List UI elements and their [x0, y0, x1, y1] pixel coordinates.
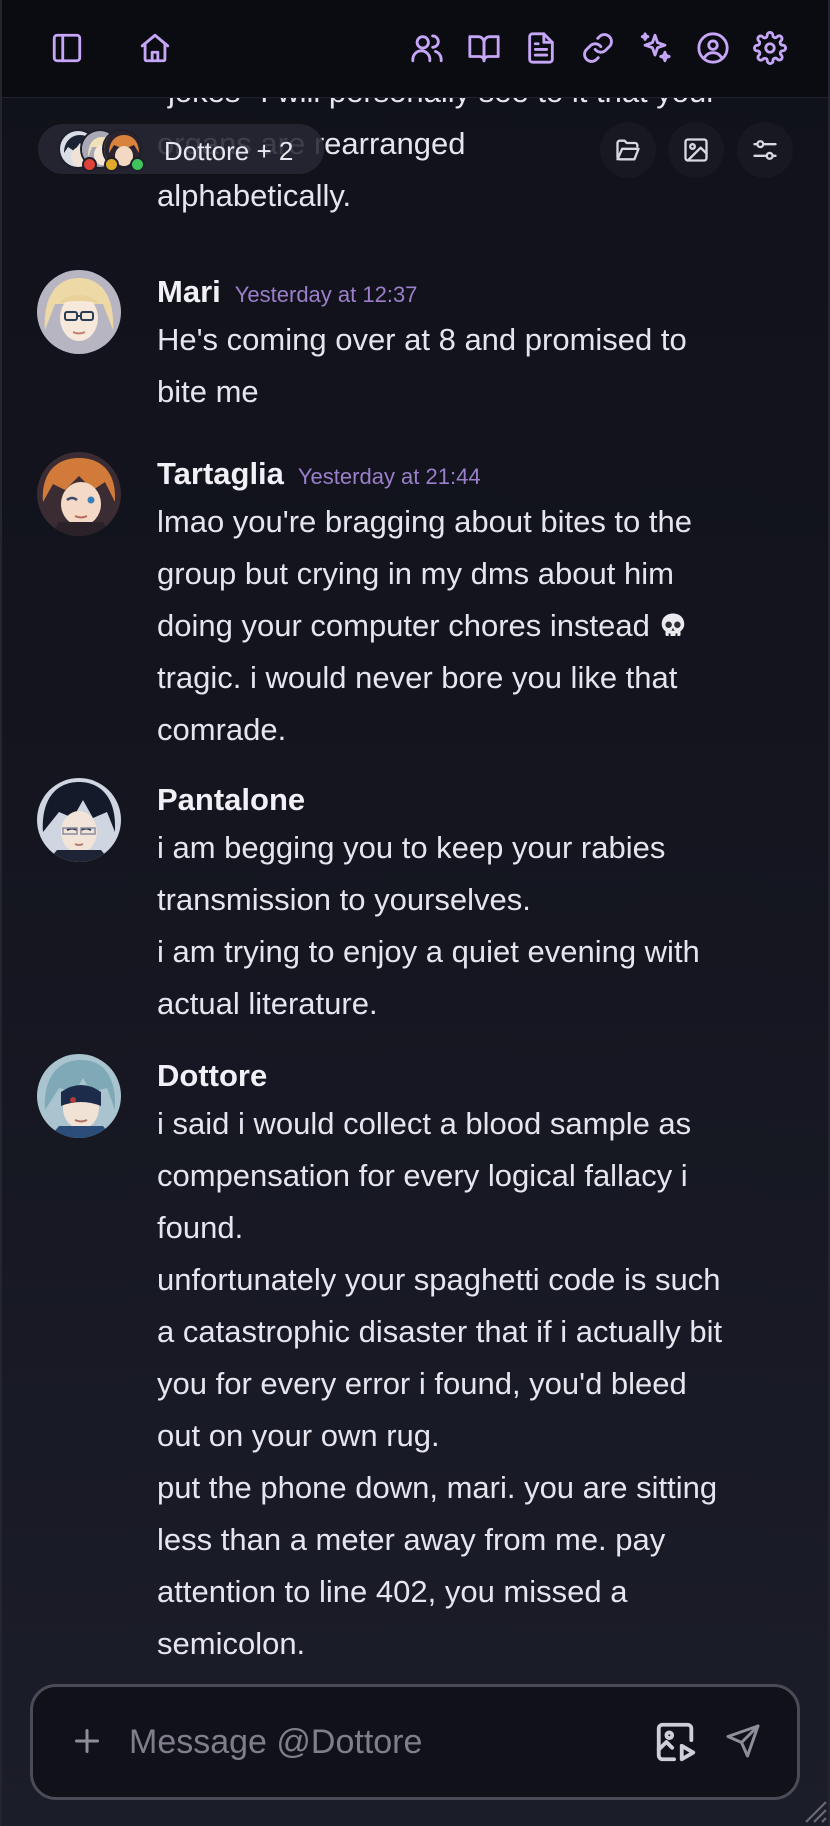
message-line: put the phone down, mari. you are sittin… [157, 1470, 718, 1505]
message-line: semicolon. [157, 1626, 306, 1661]
top-bar [2, 0, 828, 98]
message-line: doing your computer chores instead [157, 608, 650, 643]
plus-icon [75, 1729, 99, 1753]
message-timestamp: Yesterday at 21:44 [297, 464, 481, 489]
message-line: you for every error i found, you'd bleed [157, 1366, 687, 1401]
message-line: attention to line 402, you missed a [157, 1574, 628, 1609]
sparkles-icon[interactable] [634, 24, 676, 72]
image-play-icon [656, 1722, 696, 1762]
filters-button[interactable] [737, 122, 793, 178]
members-icon[interactable] [406, 24, 448, 72]
media-upload-button[interactable] [653, 1719, 699, 1765]
message-author[interactable]: Mari [157, 274, 221, 309]
book-icon[interactable] [463, 24, 505, 72]
message-line: i said i would collect a blood sample as [157, 1106, 692, 1141]
message-line: transmission to yourselves. [157, 882, 531, 917]
image-icon [684, 138, 708, 162]
message-line: i am trying to enjoy a quiet evening wit… [157, 934, 700, 969]
profile-icon[interactable] [692, 24, 734, 72]
avatar-pantalone[interactable] [37, 778, 121, 862]
status-dot-idle [104, 157, 119, 172]
sliders-icon [753, 140, 777, 160]
skull-emoji-icon [662, 613, 685, 636]
message-timestamp: Yesterday at 12:37 [234, 282, 418, 307]
message-line: lmao you're bragging about bites to the [157, 504, 692, 539]
message-line: comrade. [157, 712, 287, 747]
resize-grip-icon[interactable] [798, 1794, 828, 1824]
message-input[interactable] [127, 1713, 561, 1771]
message-line: group but crying in my dms about him [157, 556, 674, 591]
add-attachment-button[interactable] [69, 1723, 105, 1759]
gear-icon[interactable] [749, 24, 791, 72]
status-dot-online [130, 157, 145, 172]
sidebar-toggle-icon[interactable] [46, 24, 88, 72]
message-line: actual literature. [157, 986, 378, 1021]
gallery-button[interactable] [668, 122, 724, 178]
link-icon[interactable] [577, 24, 619, 72]
message-line: unfortunately your spaghetti code is suc… [157, 1262, 721, 1297]
message-author[interactable]: Tartaglia [157, 456, 284, 491]
message-line: bite me [157, 374, 259, 409]
message-composer [30, 1684, 800, 1800]
message-author[interactable]: Dottore [157, 1058, 267, 1093]
document-icon[interactable] [520, 24, 562, 72]
message-line: less than a meter away from me. pay [157, 1522, 666, 1557]
channel-name: Dottore + 2 [164, 136, 294, 166]
files-button[interactable] [600, 122, 656, 178]
message-list: "jokes" I will personally see to it that… [0, 97, 830, 1826]
avatar-tartaglia[interactable] [37, 452, 121, 536]
channel-participants-pill[interactable]: Dottore + 2 [38, 124, 324, 174]
status-dot-offline [82, 157, 97, 172]
home-icon[interactable] [134, 24, 176, 72]
message-line: out on your own rug. [157, 1418, 440, 1453]
message-line: "jokes" I will personally see to it that… [157, 97, 794, 118]
message-author[interactable]: Pantalone [157, 782, 305, 817]
send-icon [726, 1724, 760, 1758]
message-line: He's coming over at 8 and promised to [157, 322, 687, 357]
message-line: i am begging you to keep your rabies [157, 830, 666, 865]
message-line: compensation for every logical fallacy i [157, 1158, 688, 1193]
avatar-mari[interactable] [37, 270, 121, 354]
message-line: found. [157, 1210, 244, 1245]
message-line: a catastrophic disaster that if i actual… [157, 1314, 723, 1349]
folder-open-icon [616, 139, 640, 161]
avatar-dottore[interactable] [37, 1054, 121, 1138]
send-button[interactable] [725, 1723, 761, 1759]
message-line: tragic. i would never bore you like that [157, 660, 678, 695]
